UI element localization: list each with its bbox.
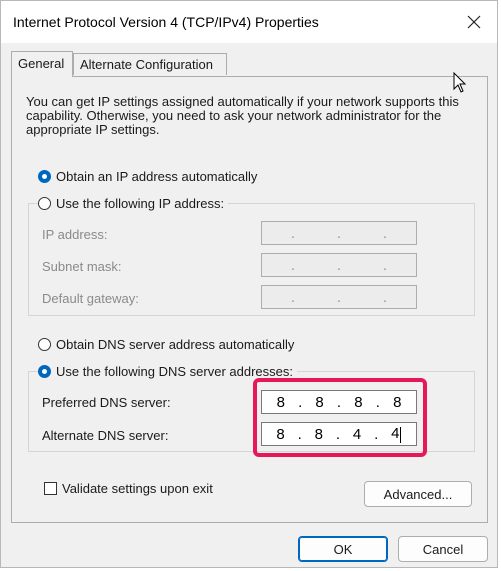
validate-settings-checkbox[interactable]: Validate settings upon exit	[44, 481, 213, 496]
radio-label: Obtain DNS server address automatically	[56, 337, 295, 352]
alternate-dns-label: Alternate DNS server:	[42, 428, 169, 443]
default-gateway-label: Default gateway:	[42, 291, 139, 306]
ip-address-field: ...	[261, 221, 417, 245]
close-icon	[467, 15, 481, 29]
radio-use-following-ip[interactable]: Use the following IP address:	[38, 196, 229, 211]
dns-highlight-annotation	[253, 378, 427, 457]
properties-dialog: Internet Protocol Version 4 (TCP/IPv4) P…	[0, 0, 498, 568]
radio-obtain-dns-automatically[interactable]: Obtain DNS server address automatically	[38, 337, 294, 352]
ip-address-label: IP address:	[42, 227, 108, 242]
radio-selected-indicator	[38, 170, 51, 183]
radio-label: Obtain an IP address automatically	[56, 169, 258, 184]
subnet-mask-label: Subnet mask:	[42, 259, 122, 274]
radio-label: Use the following DNS server addresses:	[56, 364, 293, 379]
advanced-button[interactable]: Advanced...	[364, 481, 472, 507]
radio-use-following-dns[interactable]: Use the following DNS server addresses:	[38, 364, 297, 379]
ok-button[interactable]: OK	[298, 536, 388, 562]
radio-unselected-indicator	[38, 197, 51, 210]
window-title: Internet Protocol Version 4 (TCP/IPv4) P…	[13, 14, 319, 30]
checkbox-label: Validate settings upon exit	[62, 481, 213, 496]
checkbox-box	[44, 482, 57, 495]
radio-selected-indicator	[38, 365, 51, 378]
info-text: You can get IP settings assigned automat…	[26, 94, 459, 137]
default-gateway-field: ...	[261, 285, 417, 309]
cancel-button[interactable]: Cancel	[398, 536, 488, 562]
mouse-pointer-icon	[453, 72, 467, 93]
preferred-dns-label: Preferred DNS server:	[42, 395, 171, 410]
radio-obtain-ip-automatically[interactable]: Obtain an IP address automatically	[38, 169, 257, 184]
radio-label: Use the following IP address:	[56, 196, 225, 211]
tab-general[interactable]: General	[11, 51, 73, 77]
subnet-mask-field: ...	[261, 253, 417, 277]
radio-unselected-indicator	[38, 338, 51, 351]
tab-alternate-configuration[interactable]: Alternate Configuration	[73, 53, 227, 75]
close-button[interactable]	[461, 9, 487, 35]
title-bar: Internet Protocol Version 4 (TCP/IPv4) P…	[1, 1, 497, 43]
